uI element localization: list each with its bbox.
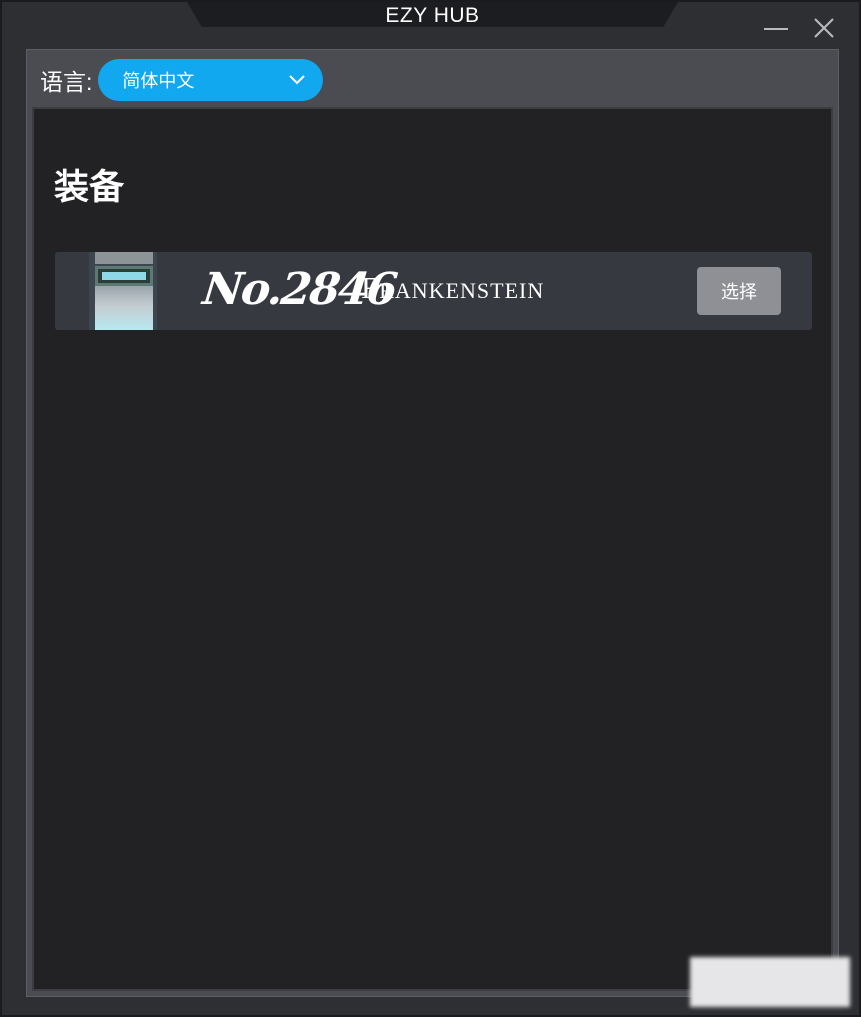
list-item: No.2846 Frankenstein 选择 <box>55 252 812 330</box>
language-select[interactable]: 简体中文 <box>98 59 324 101</box>
chevron-down-icon <box>289 75 306 85</box>
app-window: EZY HUB 语言: 简体中文 装备 No.2846 Frankenstein… <box>0 0 861 1017</box>
window-title: EZY HUB <box>385 4 480 27</box>
corner-overlay <box>690 957 850 1007</box>
close-button[interactable] <box>808 12 840 44</box>
close-icon <box>814 18 834 38</box>
minimize-button[interactable] <box>760 12 792 44</box>
select-button[interactable]: 选择 <box>697 267 781 315</box>
section-title: 装备 <box>54 168 125 208</box>
language-selected-value: 简体中文 <box>122 71 195 92</box>
title-bar[interactable]: EZY HUB <box>187 2 678 27</box>
minimize-icon <box>764 28 788 30</box>
language-row: 语言: 简体中文 <box>40 58 324 102</box>
item-thumbnail <box>89 252 157 330</box>
language-label: 语言: <box>40 69 93 95</box>
content-panel: 装备 No.2846 Frankenstein 选择 <box>32 107 833 991</box>
main-frame: 语言: 简体中文 装备 No.2846 Frankenstein 选择 <box>26 49 839 997</box>
item-name: Frankenstein <box>361 270 545 305</box>
